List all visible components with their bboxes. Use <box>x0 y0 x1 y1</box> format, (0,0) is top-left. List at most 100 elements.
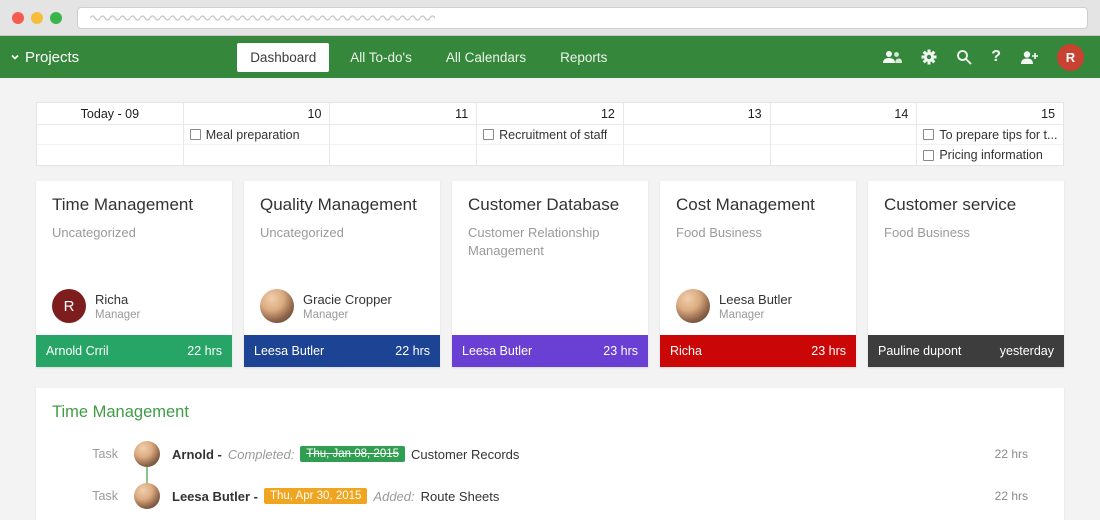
footer-time: 23 hrs <box>811 344 846 358</box>
close-window-button[interactable] <box>12 12 24 24</box>
task-row[interactable]: Task Arnold - Completed: Thu, Jan 08, 20… <box>36 433 1064 475</box>
footer-time: 23 hrs <box>603 344 638 358</box>
task-hours: 22 hrs <box>995 447 1064 461</box>
manager-avatar: R <box>52 289 86 323</box>
tab-all-calendars[interactable]: All Calendars <box>433 43 539 72</box>
project-title[interactable]: Customer service <box>884 195 1048 215</box>
project-card[interactable]: Customer service Food Business Pauline d… <box>868 181 1064 367</box>
manager-avatar <box>676 289 710 323</box>
calendar-day-12[interactable]: 12 Recruitment of staff <box>476 103 623 165</box>
minimize-window-button[interactable] <box>31 12 43 24</box>
project-title[interactable]: Customer Database <box>468 195 632 215</box>
project-footer[interactable]: Leesa Butler 22 hrs <box>244 335 440 367</box>
brand-label: Projects <box>25 49 79 66</box>
users-icon[interactable] <box>882 50 902 64</box>
task-owner[interactable]: Arnold - <box>172 447 222 462</box>
app-window: Projects Dashboard All To-do's All Calen… <box>0 0 1100 520</box>
project-footer[interactable]: Pauline dupont yesterday <box>868 335 1064 367</box>
calendar-task-label[interactable]: Pricing information <box>939 148 1043 162</box>
project-cards: Time Management Uncategorized R Richa Ma… <box>36 181 1064 367</box>
footer-time: yesterday <box>1000 344 1054 358</box>
calendar-day-label: Today - 09 <box>37 103 183 125</box>
zoom-window-button[interactable] <box>50 12 62 24</box>
calendar-day-13[interactable]: 13 <box>623 103 770 165</box>
tab-dashboard[interactable]: Dashboard <box>237 43 329 72</box>
project-category: Food Business <box>884 224 1048 242</box>
project-category: Food Business <box>676 224 840 242</box>
calendar-day-today[interactable]: Today - 09 <box>37 103 183 165</box>
project-footer[interactable]: Leesa Butler 23 hrs <box>452 335 648 367</box>
calendar-day-11[interactable]: 11 <box>329 103 476 165</box>
checkbox[interactable] <box>483 129 494 140</box>
main-navbar: Projects Dashboard All To-do's All Calen… <box>0 36 1100 78</box>
manager-name: Leesa Butler <box>719 292 792 307</box>
project-footer[interactable]: Arnold Crril 22 hrs <box>36 335 232 367</box>
project-footer[interactable]: Richa 23 hrs <box>660 335 856 367</box>
calendar-day-label: 10 <box>184 103 330 125</box>
tab-reports[interactable]: Reports <box>547 43 620 72</box>
project-card[interactable]: Customer Database Customer Relationship … <box>452 181 648 367</box>
project-card[interactable]: Cost Management Food Business Leesa Butl… <box>660 181 856 367</box>
task-type-label: Task <box>36 447 134 461</box>
project-title[interactable]: Quality Management <box>260 195 424 215</box>
task-owner[interactable]: Leesa Butler - <box>172 489 258 504</box>
project-manager: Gracie Cropper Manager <box>260 289 424 323</box>
task-item[interactable]: Route Sheets <box>421 489 500 504</box>
footer-assignee: Leesa Butler <box>254 344 324 358</box>
footer-assignee: Richa <box>670 344 702 358</box>
task-status: Completed: <box>228 447 294 462</box>
activity-title[interactable]: Time Management <box>36 388 1064 433</box>
task-avatar <box>134 441 160 467</box>
task-row[interactable]: Task Leesa Butler - Thu, Apr 30, 2015 Ad… <box>36 475 1064 517</box>
chevron-down-icon <box>10 52 20 62</box>
calendar-day-label: 14 <box>771 103 917 125</box>
project-manager: Leesa Butler Manager <box>676 289 840 323</box>
tab-all-todos[interactable]: All To-do's <box>337 43 425 72</box>
task-type-label: Task <box>36 489 134 503</box>
nav-actions: ? R <box>882 44 1090 71</box>
footer-assignee: Pauline dupont <box>878 344 961 358</box>
url-scribble <box>90 13 435 23</box>
calendar-task-label[interactable]: Meal preparation <box>206 128 300 142</box>
task-hours: 22 hrs <box>995 489 1064 503</box>
search-icon[interactable] <box>956 49 972 65</box>
calendar-task-label[interactable]: To prepare tips for t... <box>939 128 1057 142</box>
footer-assignee: Leesa Butler <box>462 344 532 358</box>
project-manager: R Richa Manager <box>52 289 216 323</box>
manager-role: Manager <box>303 309 392 321</box>
project-card[interactable]: Time Management Uncategorized R Richa Ma… <box>36 181 232 367</box>
project-title[interactable]: Cost Management <box>676 195 840 215</box>
calendar-day-10[interactable]: 10 Meal preparation <box>183 103 330 165</box>
manager-name: Richa <box>95 292 140 307</box>
checkbox[interactable] <box>190 129 201 140</box>
footer-assignee: Arnold Crril <box>46 344 109 358</box>
browser-chrome <box>0 0 1100 36</box>
user-avatar[interactable]: R <box>1057 44 1084 71</box>
footer-time: 22 hrs <box>187 344 222 358</box>
activity-panel: Time Management Task Arnold - Completed:… <box>36 388 1064 520</box>
calendar-task-label[interactable]: Recruitment of staff <box>499 128 607 142</box>
task-date-badge: Thu, Jan 08, 2015 <box>300 446 405 462</box>
calendar-day-label: 13 <box>624 103 770 125</box>
calendar-day-14[interactable]: 14 <box>770 103 917 165</box>
task-avatar <box>134 483 160 509</box>
calendar-day-label: 11 <box>330 103 476 125</box>
calendar-day-15[interactable]: 15 To prepare tips for t... Pricing info… <box>916 103 1063 165</box>
gear-icon[interactable] <box>921 49 937 65</box>
help-icon[interactable]: ? <box>991 48 1001 66</box>
task-item[interactable]: Customer Records <box>411 447 519 462</box>
project-category: Customer Relationship Management <box>468 224 632 259</box>
manager-name: Gracie Cropper <box>303 292 392 307</box>
url-bar[interactable] <box>77 7 1088 29</box>
project-card[interactable]: Quality Management Uncategorized Gracie … <box>244 181 440 367</box>
manager-role: Manager <box>719 309 792 321</box>
add-user-icon[interactable] <box>1020 50 1038 65</box>
nav-tabs: Dashboard All To-do's All Calendars Repo… <box>237 43 620 72</box>
calendar-strip: Today - 09 10 Meal preparation 11 12 Rec… <box>36 102 1064 166</box>
checkbox[interactable] <box>923 150 934 161</box>
project-title[interactable]: Time Management <box>52 195 216 215</box>
projects-menu[interactable]: Projects <box>10 49 79 66</box>
footer-time: 22 hrs <box>395 344 430 358</box>
checkbox[interactable] <box>923 129 934 140</box>
task-status: Added: <box>373 489 414 504</box>
